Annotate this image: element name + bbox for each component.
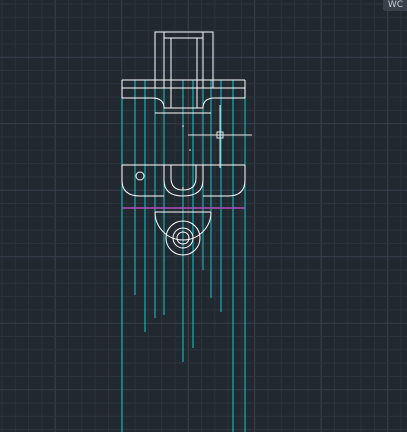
lower-right-fillet bbox=[203, 179, 246, 197]
model-space-canvas[interactable] bbox=[0, 0, 407, 432]
drawing-geometry[interactable] bbox=[121, 31, 246, 432]
viewcube-label[interactable]: WC bbox=[382, 0, 407, 11]
lower-left-fillet bbox=[121, 179, 164, 197]
construction-lines bbox=[121, 80, 246, 432]
drawing-viewport[interactable]: WC bbox=[0, 0, 407, 432]
small-hole bbox=[135, 171, 145, 181]
